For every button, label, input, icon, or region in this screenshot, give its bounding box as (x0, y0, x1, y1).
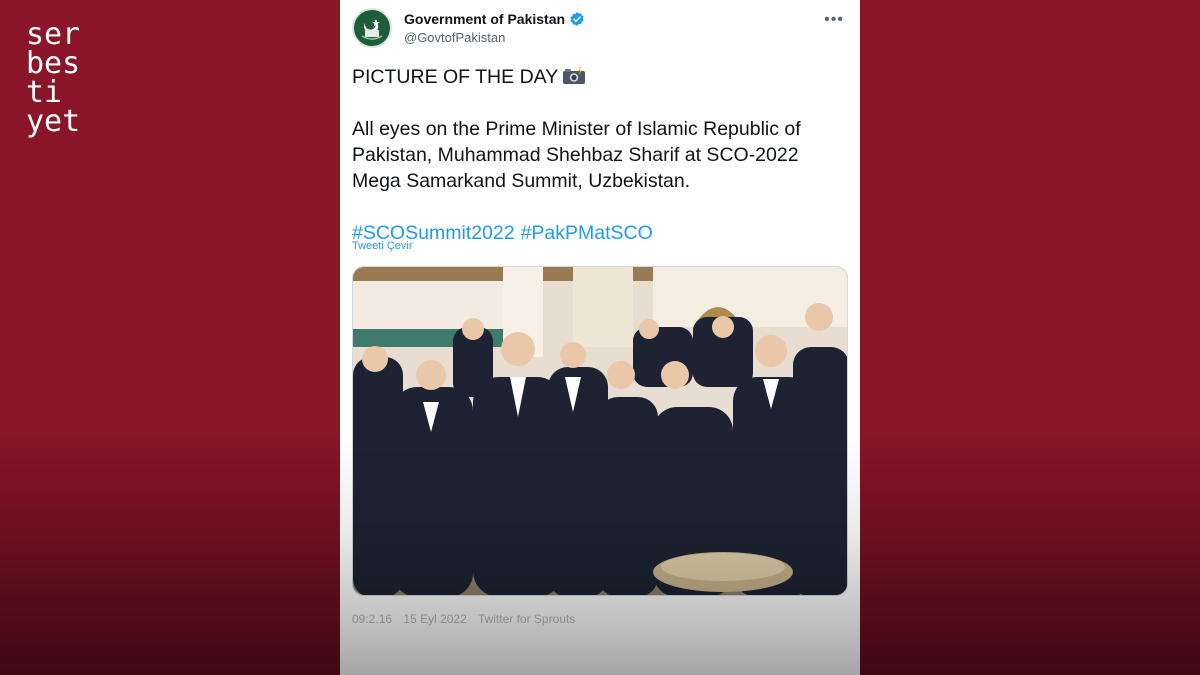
display-name[interactable]: Government of Pakistan (404, 11, 565, 27)
tweet-line-1: PICTURE OF THE DAY (352, 64, 842, 90)
tweet-photo[interactable] (352, 266, 848, 596)
verified-badge-icon (569, 11, 585, 27)
picture-of-the-day-text: PICTURE OF THE DAY (352, 66, 559, 88)
tweet-meta: 09:2.16 15 Eyl 2022 Twitter for Sprouts (352, 612, 583, 626)
camera-flash-icon (562, 66, 586, 84)
logo-line-3: ti (26, 75, 63, 110)
logo-line-4: yet (26, 104, 81, 139)
tweet-text: PICTURE OF THE DAY All eyes on the Prime… (352, 64, 842, 246)
tweet-date: 15 Eyl 2022 (403, 612, 467, 626)
tweet-card: Government of Pakistan @GovtofPakistan •… (340, 0, 860, 675)
tweet-header: Government of Pakistan @GovtofPakistan •… (352, 8, 848, 52)
avatar[interactable] (352, 8, 392, 48)
name-row: Government of Pakistan (404, 11, 585, 27)
tweet-time: 09:2.16 (352, 612, 393, 626)
serbestiyet-logo: ser bes ti yet (26, 17, 81, 139)
logo-line-1: ser (26, 17, 81, 52)
tweet-source[interactable]: Twitter for Sprouts (478, 612, 575, 626)
tweet-body: All eyes on the Prime Minister of Islami… (352, 118, 801, 192)
photo-illustration (353, 267, 847, 595)
translate-tweet-link[interactable]: Tweeti Çevir (352, 240, 413, 252)
hashtags: #SCOSummit2022 #PakPMatSCO (352, 220, 842, 246)
emblem-icon (356, 12, 388, 44)
ellipsis-icon[interactable]: ••• (824, 10, 844, 30)
hashtag-link[interactable]: #PakPMatSCO (521, 222, 653, 244)
handle[interactable]: @GovtofPakistan (404, 30, 505, 45)
logo-line-2: bes (26, 46, 81, 81)
